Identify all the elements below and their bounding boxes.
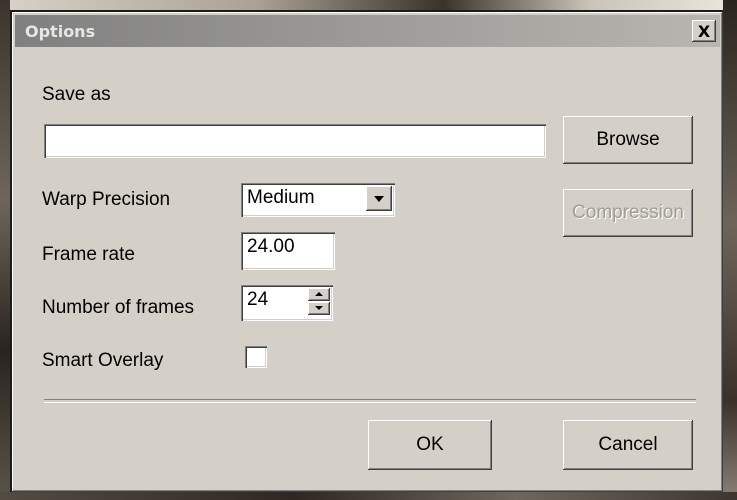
cancel-button[interactable]: Cancel <box>563 420 693 470</box>
divider <box>44 399 696 403</box>
number-of-frames-label: Number of frames <box>42 297 195 318</box>
browse-button-label: Browse <box>596 129 660 150</box>
cancel-button-label: Cancel <box>598 434 658 455</box>
desktop-background-bottom <box>0 492 737 500</box>
desktop-background-right <box>723 0 737 500</box>
compression-button[interactable]: Compression <box>563 189 693 237</box>
ok-button-label: OK <box>416 434 444 455</box>
ok-button[interactable]: OK <box>368 420 492 470</box>
frame-rate-label: Frame rate <box>42 244 135 265</box>
number-of-frames-stepper[interactable]: 24 <box>241 285 333 321</box>
warp-precision-value: Medium <box>247 187 315 208</box>
warp-precision-select[interactable]: Medium <box>241 183 395 217</box>
warp-precision-label: Warp Precision <box>42 189 171 210</box>
spin-up-icon[interactable] <box>308 288 330 301</box>
options-dialog: Options X Save as Browse Warp Precision … <box>12 12 723 492</box>
frame-rate-input[interactable]: 24.00 <box>241 232 335 270</box>
smart-overlay-label: Smart Overlay <box>42 350 164 371</box>
close-icon: X <box>697 21 711 41</box>
browse-button[interactable]: Browse <box>563 116 693 164</box>
desktop-background <box>0 0 737 10</box>
compression-button-label: Compression <box>572 202 684 223</box>
title-bar[interactable]: Options X <box>15 15 720 47</box>
dialog-title: Options <box>25 22 96 41</box>
close-button[interactable]: X <box>692 20 716 42</box>
save-as-input[interactable] <box>44 124 546 158</box>
spin-down-icon[interactable] <box>308 302 330 315</box>
chevron-down-icon[interactable] <box>366 186 392 211</box>
number-of-frames-value: 24 <box>247 289 269 310</box>
save-as-label: Save as <box>42 84 111 105</box>
desktop-background-left <box>0 0 10 500</box>
frame-rate-value: 24.00 <box>247 236 295 257</box>
smart-overlay-checkbox[interactable] <box>245 346 267 368</box>
